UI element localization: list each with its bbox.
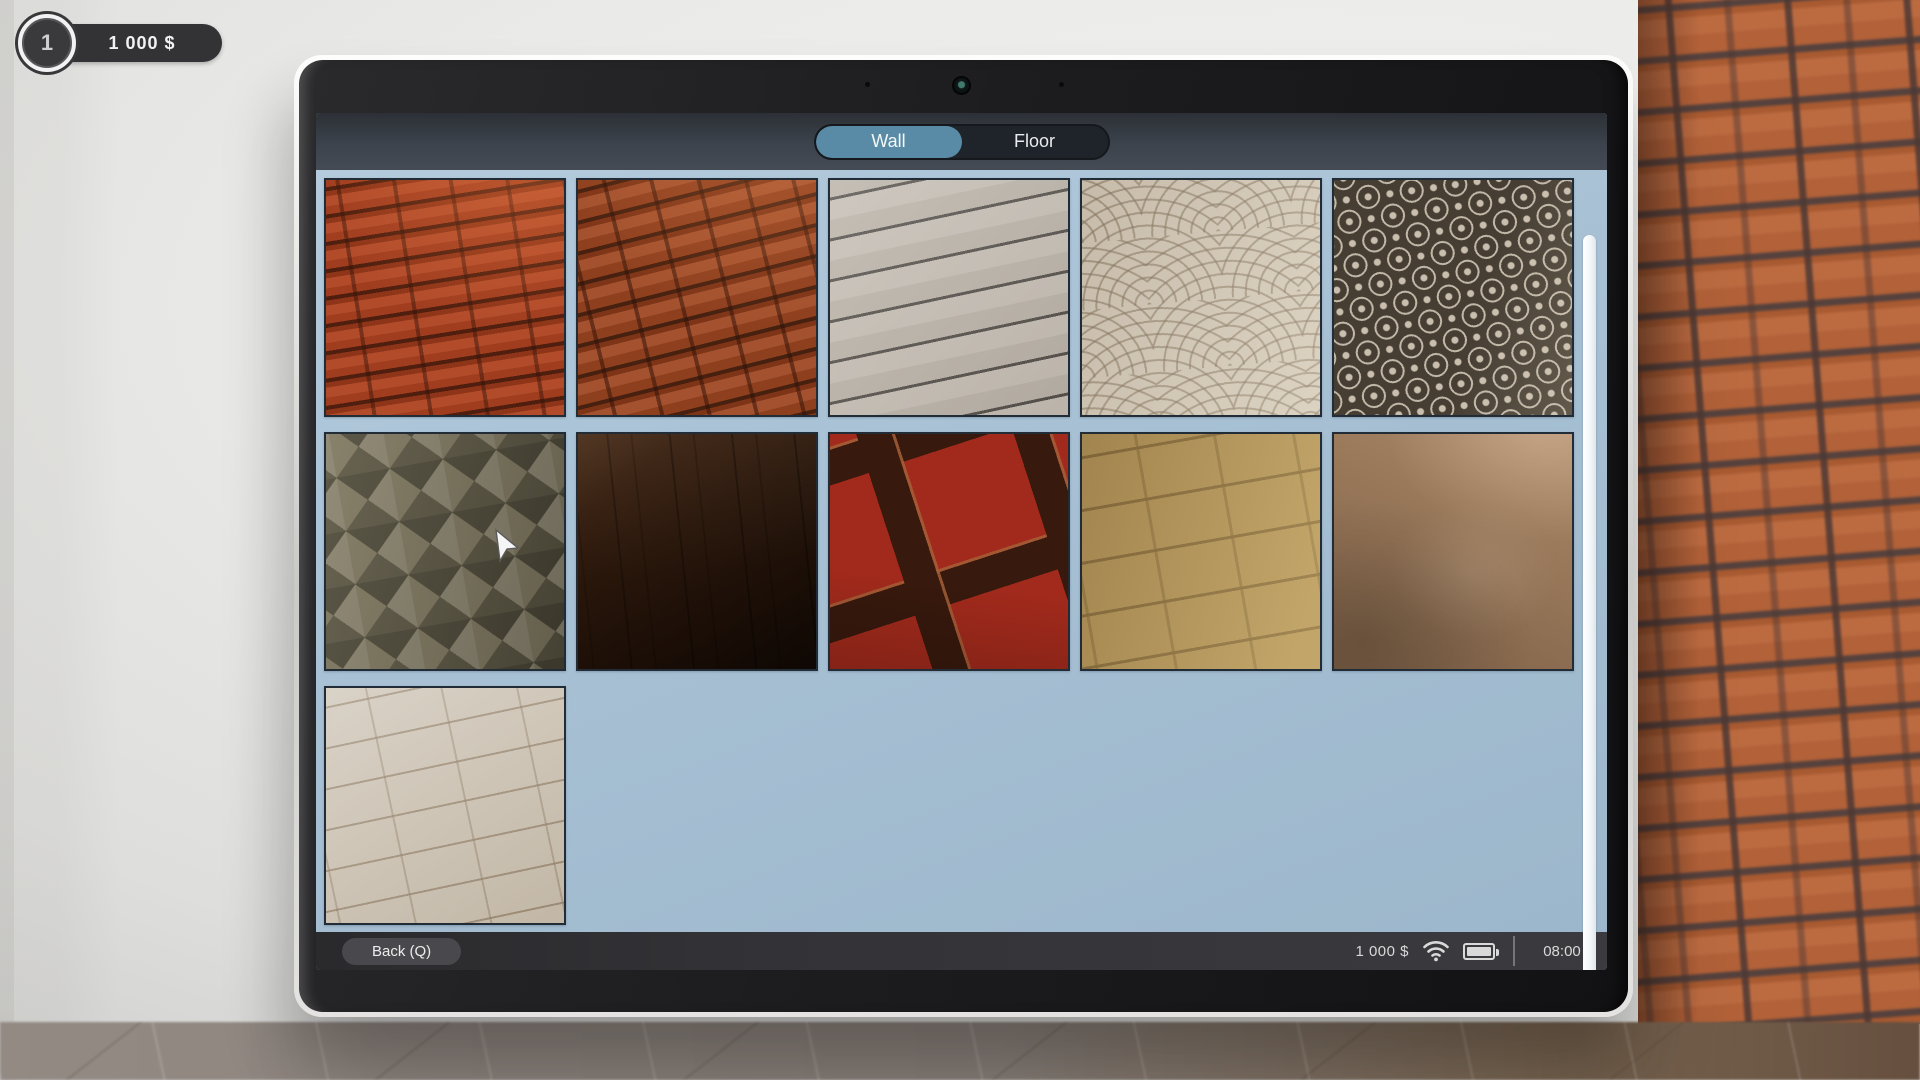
tablet-frame: WallFloor Back (Q) 1 000 $ — [299, 60, 1628, 1012]
camera-icon — [954, 78, 969, 93]
floor-background — [0, 1022, 1920, 1080]
brown-plaster-texture — [1332, 432, 1574, 671]
material-tile-brown-plaster[interactable] — [1332, 432, 1574, 671]
red-brick-texture — [324, 178, 566, 417]
material-tile-red-brick[interactable] — [324, 178, 566, 417]
game-viewport: 1 000 $ 1 WallFloor Back (Q) — [0, 0, 1920, 1080]
material-tile-dark-mosaic[interactable] — [1332, 178, 1574, 417]
hud-level-value: 1 — [41, 30, 53, 56]
material-tile-white-planks[interactable] — [828, 178, 1070, 417]
fan-tiles-texture — [1080, 178, 1322, 417]
player-hud: 1 000 $ 1 — [10, 8, 240, 78]
red-panel-door-texture — [828, 432, 1070, 671]
hud-level-badge: 1 — [18, 14, 76, 72]
cream-stone-texture — [324, 686, 566, 925]
tablet-status-bar: Back (Q) 1 000 $ 08:00 — [316, 932, 1607, 970]
material-tile-tan-brick[interactable] — [1080, 432, 1322, 671]
status-divider — [1513, 936, 1515, 966]
dark-mosaic-texture — [1332, 178, 1574, 417]
white-planks-texture — [828, 178, 1070, 417]
material-tile-facet-3d[interactable] — [324, 432, 566, 671]
hud-money-badge: 1 000 $ — [62, 24, 222, 62]
hud-money-value: 1 000 $ — [108, 33, 175, 54]
red-pavers-texture — [576, 178, 818, 417]
material-catalog — [316, 170, 1607, 932]
dark-wood-texture — [576, 432, 818, 671]
sensor-dot-icon — [1059, 82, 1064, 87]
tab-wall[interactable]: Wall — [816, 126, 962, 158]
wifi-icon — [1423, 940, 1449, 962]
material-tile-dark-wood[interactable] — [576, 432, 818, 671]
battery-icon — [1463, 943, 1495, 960]
sensor-dot-icon — [865, 82, 870, 87]
material-tile-fan-tiles[interactable] — [1080, 178, 1322, 417]
material-tile-cream-stone[interactable] — [324, 686, 566, 925]
brick-wall-background — [1638, 0, 1920, 1024]
tab-floor[interactable]: Floor — [962, 126, 1108, 158]
material-tile-red-pavers[interactable] — [576, 178, 818, 417]
facet-3d-texture — [324, 432, 566, 671]
tablet-screen: WallFloor Back (Q) 1 000 $ — [316, 113, 1607, 970]
material-grid — [324, 178, 1574, 925]
tablet-device: WallFloor Back (Q) 1 000 $ — [294, 55, 1633, 1017]
brick-texture — [1638, 0, 1920, 1024]
tab-switcher: WallFloor — [814, 124, 1110, 160]
back-button[interactable]: Back (Q) — [342, 938, 461, 965]
scrollbar[interactable] — [1583, 235, 1596, 970]
material-tile-red-panel-door[interactable] — [828, 432, 1070, 671]
status-money: 1 000 $ — [1355, 943, 1409, 960]
tan-brick-texture — [1080, 432, 1322, 671]
status-group: 1 000 $ 08:00 — [1355, 936, 1591, 966]
tab-bar: WallFloor — [316, 113, 1607, 170]
